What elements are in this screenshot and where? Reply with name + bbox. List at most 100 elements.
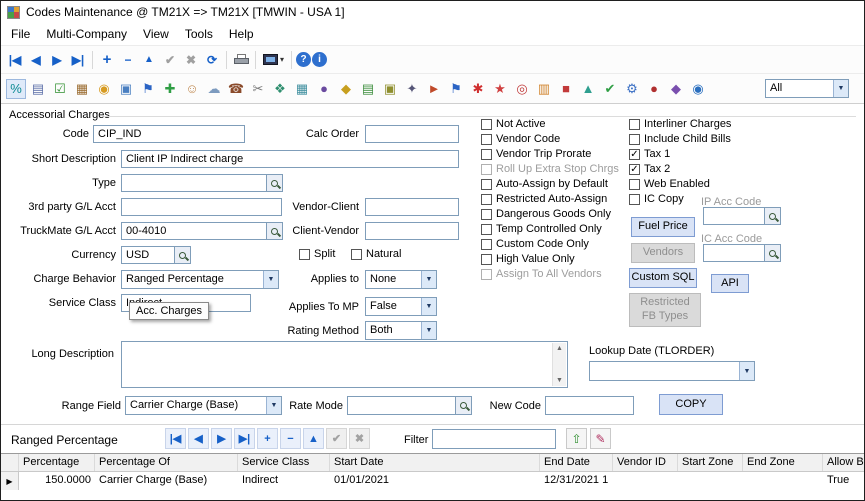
prev-record-button[interactable]: ◀ bbox=[26, 49, 46, 71]
menu-help[interactable]: Help bbox=[221, 24, 262, 44]
custom-code-only-checkbox[interactable]: Custom Code Only bbox=[481, 238, 589, 250]
delete-record-button[interactable]: − bbox=[118, 49, 138, 71]
module-add-box-icon[interactable]: ✚ bbox=[160, 79, 180, 99]
custom-sql-button[interactable]: Custom SQL bbox=[629, 268, 697, 288]
refresh-button[interactable]: ⟳ bbox=[202, 49, 222, 71]
menu-tools[interactable]: Tools bbox=[177, 24, 221, 44]
edit-record-button[interactable]: ▲ bbox=[139, 49, 159, 71]
next-record-button[interactable]: ▶ bbox=[47, 49, 67, 71]
auto-assign-default-checkbox[interactable]: Auto-Assign by Default bbox=[481, 178, 608, 190]
ip-acc-lookup-button[interactable] bbox=[765, 207, 781, 225]
module-catalog-icon[interactable]: ▥ bbox=[534, 79, 554, 99]
print-button[interactable] bbox=[231, 49, 251, 71]
module-badge-icon[interactable]: ◉ bbox=[94, 79, 114, 99]
module-package-icon[interactable]: ▣ bbox=[380, 79, 400, 99]
module-target-icon[interactable]: ◎ bbox=[512, 79, 532, 99]
ic-acc-lookup-button[interactable] bbox=[765, 244, 781, 262]
module-upload-icon[interactable]: ▲ bbox=[578, 79, 598, 99]
tax1-checkbox[interactable]: ✓Tax 1 bbox=[629, 148, 670, 160]
web-enabled-checkbox[interactable]: Web Enabled bbox=[629, 178, 710, 190]
detail-prev-button[interactable]: ◀ bbox=[188, 428, 209, 449]
fuel-price-button[interactable]: Fuel Price bbox=[631, 217, 695, 237]
apply-filter-icon[interactable]: ⇧ bbox=[566, 428, 587, 449]
high-value-only-checkbox[interactable]: High Value Only bbox=[481, 253, 575, 265]
ip-acc-code-field[interactable] bbox=[703, 207, 765, 225]
detail-post-button[interactable]: ✔ bbox=[326, 428, 347, 449]
grid-header-vendor-id[interactable]: Vendor ID bbox=[613, 454, 678, 471]
scroll-up-icon[interactable]: ▲ bbox=[556, 345, 563, 352]
long-description-textarea[interactable]: ▲▼ bbox=[121, 341, 568, 388]
include-child-bills-checkbox[interactable]: Include Child Bills bbox=[629, 133, 731, 145]
api-button[interactable]: API bbox=[711, 274, 749, 293]
edit-filter-icon[interactable]: ✎ bbox=[590, 428, 611, 449]
detail-edit-button[interactable]: ▲ bbox=[303, 428, 324, 449]
detail-next-button[interactable]: ▶ bbox=[211, 428, 232, 449]
ic-copy-checkbox[interactable]: IC Copy bbox=[629, 193, 684, 205]
split-checkbox[interactable]: Split bbox=[299, 248, 335, 260]
temp-controlled-checkbox[interactable]: Temp Controlled Only bbox=[481, 223, 602, 235]
module-share-icon[interactable]: ❖ bbox=[270, 79, 290, 99]
module-user-icon[interactable]: ☺ bbox=[182, 79, 202, 99]
module-money-icon[interactable]: ◆ bbox=[336, 79, 356, 99]
module-document-icon[interactable]: ▤ bbox=[28, 79, 48, 99]
long-description-scrollbar[interactable]: ▲▼ bbox=[552, 343, 566, 386]
detail-first-button[interactable]: |◀ bbox=[165, 428, 186, 449]
module-globe-icon[interactable]: ◉ bbox=[688, 79, 708, 99]
module-ledger-icon[interactable]: ▤ bbox=[358, 79, 378, 99]
module-truck-icon[interactable]: ► bbox=[424, 79, 444, 99]
module-codes-maintenance-icon[interactable]: % bbox=[6, 79, 26, 99]
menu-view[interactable]: View bbox=[135, 24, 177, 44]
grid-header-percentage[interactable]: Percentage bbox=[19, 454, 95, 471]
filter-input[interactable] bbox=[432, 429, 556, 449]
ic-acc-code-field[interactable] bbox=[703, 244, 765, 262]
module-calendar-icon[interactable]: ▦ bbox=[292, 79, 312, 99]
module-schedule-icon[interactable]: ▦ bbox=[72, 79, 92, 99]
interliner-charges-checkbox[interactable]: Interliner Charges bbox=[629, 118, 731, 130]
grid-header-allow-between[interactable]: Allow Be bbox=[823, 454, 864, 471]
vendor-client-field[interactable] bbox=[365, 198, 459, 216]
copy-button[interactable]: COPY bbox=[659, 394, 723, 415]
grid-row[interactable]: ▶ 150.0000 Carrier Charge (Base) Indirec… bbox=[1, 472, 864, 490]
detail-delete-button[interactable]: − bbox=[280, 428, 301, 449]
module-tasks-icon[interactable]: ☑ bbox=[50, 79, 70, 99]
module-burst-icon[interactable]: ✱ bbox=[468, 79, 488, 99]
module-copy-icon[interactable]: ▣ bbox=[116, 79, 136, 99]
grid-header-start-date[interactable]: Start Date bbox=[330, 454, 540, 471]
cancel-edit-button[interactable]: ✖ bbox=[181, 49, 201, 71]
info-button[interactable]: i bbox=[312, 52, 327, 67]
new-code-field[interactable] bbox=[545, 396, 634, 415]
natural-checkbox[interactable]: Natural bbox=[351, 248, 401, 260]
lookup-date-select[interactable]: ▼ bbox=[589, 361, 755, 381]
applies-to-select[interactable]: None ▼ bbox=[365, 270, 437, 289]
module-cube-icon[interactable]: ■ bbox=[556, 79, 576, 99]
detail-insert-button[interactable]: + bbox=[257, 428, 278, 449]
module-check-icon[interactable]: ✔ bbox=[600, 79, 620, 99]
calc-order-field[interactable] bbox=[365, 125, 459, 143]
insert-record-button[interactable]: + bbox=[97, 49, 117, 71]
type-lookup-button[interactable] bbox=[267, 174, 283, 192]
client-vendor-field[interactable] bbox=[365, 222, 459, 240]
module-flag-icon[interactable]: ⚑ bbox=[138, 79, 158, 99]
last-record-button[interactable]: ▶| bbox=[68, 49, 88, 71]
grid-header-end-date[interactable]: End Date bbox=[540, 454, 613, 471]
module-cloud-icon[interactable]: ☁ bbox=[204, 79, 224, 99]
vendor-code-checkbox[interactable]: Vendor Code bbox=[481, 133, 560, 145]
currency-field[interactable]: USD bbox=[121, 246, 175, 264]
applies-to-mp-select[interactable]: False ▼ bbox=[365, 297, 437, 316]
grid-header-end-zone[interactable]: End Zone bbox=[743, 454, 823, 471]
scroll-down-icon[interactable]: ▼ bbox=[556, 377, 563, 384]
grid-header-percentage-of[interactable]: Percentage Of bbox=[95, 454, 238, 471]
rating-method-select[interactable]: Both ▼ bbox=[365, 321, 437, 340]
menu-file[interactable]: File bbox=[3, 24, 38, 44]
currency-lookup-button[interactable] bbox=[175, 246, 191, 264]
module-phone-icon[interactable]: ☎ bbox=[226, 79, 246, 99]
menu-multi-company[interactable]: Multi-Company bbox=[38, 24, 135, 44]
type-field[interactable] bbox=[121, 174, 267, 192]
screen-select-button[interactable]: ▾ bbox=[260, 49, 287, 71]
help-button[interactable]: ? bbox=[296, 52, 311, 67]
module-vehicle-icon[interactable]: ● bbox=[644, 79, 664, 99]
grid-header-service-class[interactable]: Service Class bbox=[238, 454, 330, 471]
module-camera-icon[interactable]: ● bbox=[314, 79, 334, 99]
vendor-trip-prorate-checkbox[interactable]: Vendor Trip Prorate bbox=[481, 148, 591, 160]
dangerous-goods-checkbox[interactable]: Dangerous Goods Only bbox=[481, 208, 611, 220]
